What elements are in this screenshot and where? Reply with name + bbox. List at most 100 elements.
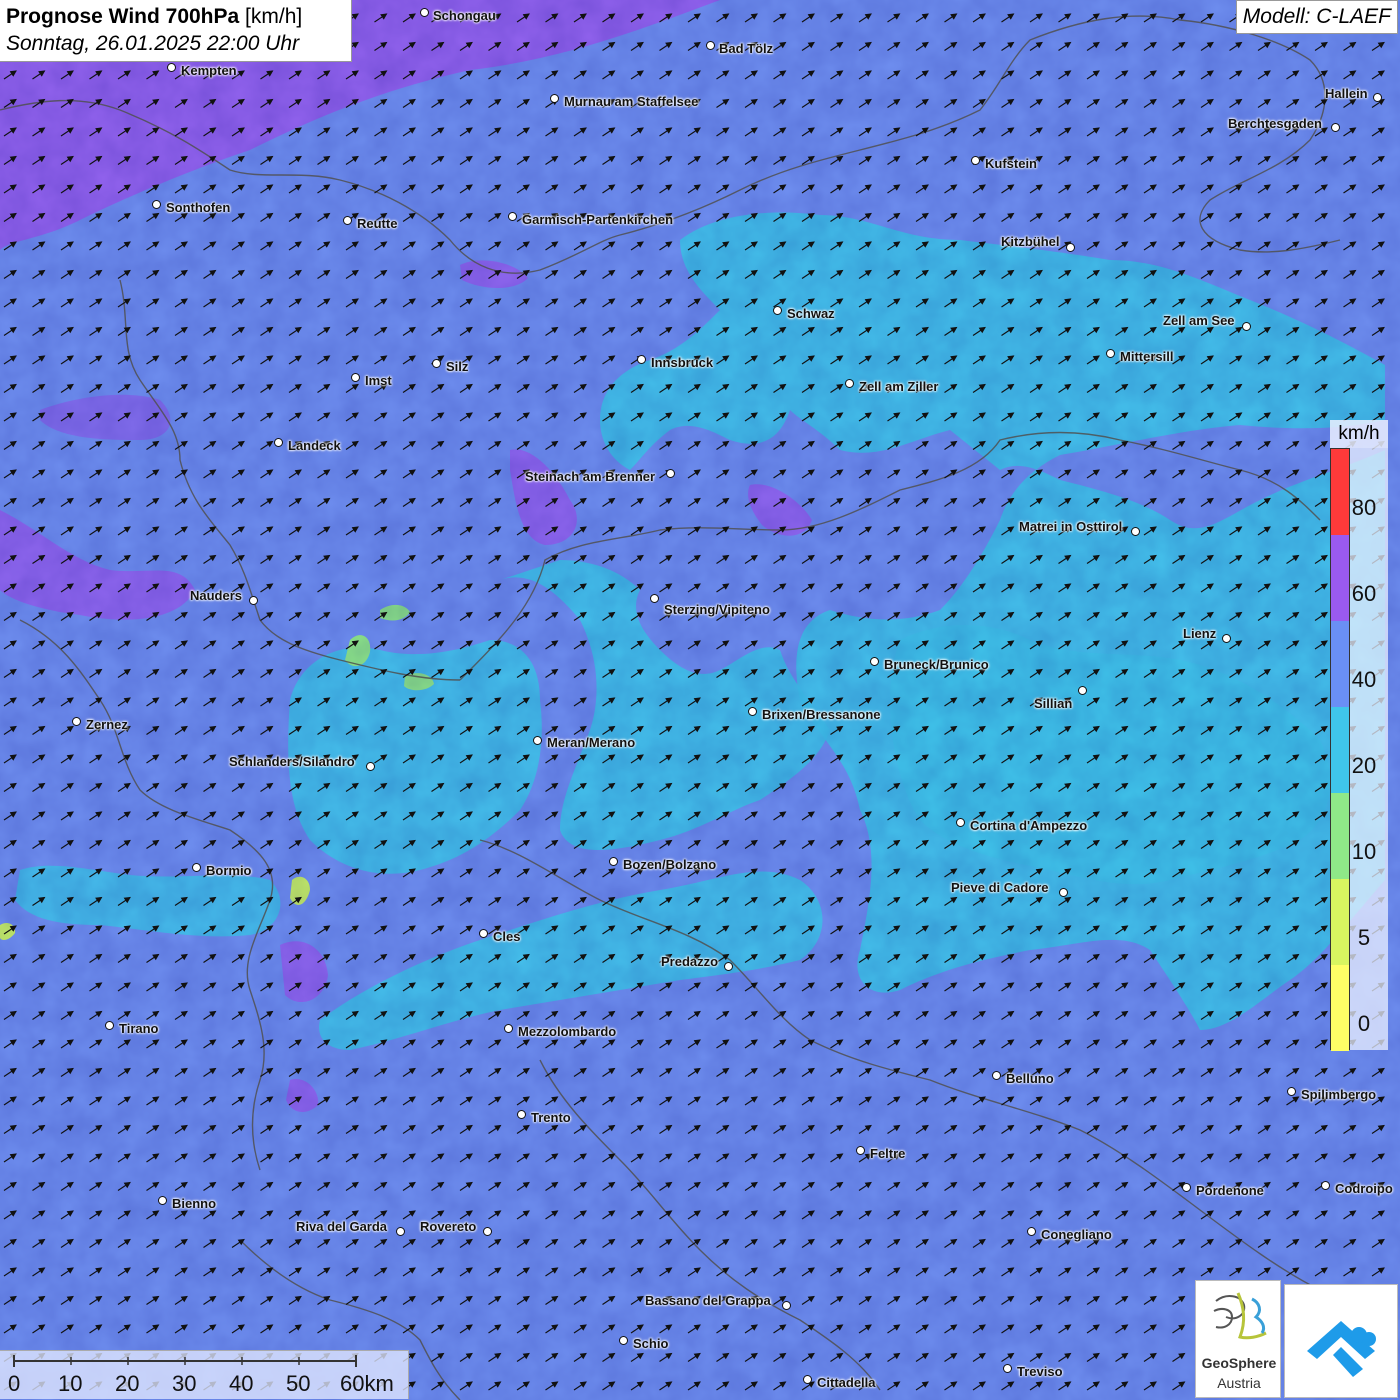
city-marker[interactable] — [167, 63, 176, 72]
scale-bar: 0 10 20 30 40 50 60km — [0, 1350, 409, 1399]
scale-tick-10: 10 — [58, 1371, 83, 1396]
city-marker[interactable] — [420, 8, 429, 17]
city-marker[interactable] — [845, 379, 854, 388]
city-marker[interactable] — [609, 857, 618, 866]
city-label: Sterzing/Vipiteno — [664, 602, 770, 617]
scale-tick-20: 20 — [115, 1371, 140, 1396]
city-label: Spilimbergo — [1301, 1087, 1377, 1102]
legend-swatch — [1331, 879, 1349, 965]
city-marker[interactable] — [479, 929, 488, 938]
city-label: Zernez — [86, 717, 128, 732]
forecast-date: Sonntag, 26.01.2025 22:00 Uhr — [6, 32, 300, 55]
legend-color-bar — [1330, 448, 1350, 1051]
city-label: Kempten — [181, 63, 237, 78]
city-label: Codroipo — [1335, 1181, 1393, 1196]
city-marker[interactable] — [637, 355, 646, 364]
city-label: Bad Tölz — [719, 41, 774, 56]
city-label: Kitzbühel — [1001, 234, 1060, 249]
city-marker[interactable] — [650, 594, 659, 603]
city-marker[interactable] — [152, 200, 161, 209]
legend-swatch — [1331, 965, 1349, 1051]
city-marker[interactable] — [666, 469, 675, 478]
city-marker[interactable] — [192, 863, 201, 872]
city-marker[interactable] — [343, 216, 352, 225]
city-marker[interactable] — [105, 1021, 114, 1030]
city-marker[interactable] — [1331, 123, 1340, 132]
city-marker[interactable] — [396, 1227, 405, 1236]
city-label: Reutte — [357, 216, 398, 231]
city-marker[interactable] — [1321, 1181, 1330, 1190]
city-marker[interactable] — [748, 707, 757, 716]
city-marker[interactable] — [1131, 527, 1140, 536]
city-marker[interactable] — [158, 1196, 167, 1205]
legend-swatch — [1331, 535, 1349, 621]
city-marker[interactable] — [1106, 349, 1115, 358]
city-label: Murnau am Staffelsee — [564, 94, 699, 109]
city-marker[interactable] — [274, 438, 283, 447]
city-label: Schwaz — [787, 306, 835, 321]
geosphere-logo[interactable]: GeoSphere Austria — [1195, 1280, 1281, 1398]
city-marker[interactable] — [1373, 93, 1382, 102]
city-marker[interactable] — [724, 962, 733, 971]
city-label: Pordenone — [1196, 1183, 1264, 1198]
city-label: Schlanders/Silandro — [229, 754, 355, 769]
legend-swatch — [1331, 707, 1349, 793]
city-label: Pieve di Cadore — [951, 880, 1049, 895]
city-marker[interactable] — [1003, 1364, 1012, 1373]
city-marker[interactable] — [249, 596, 258, 605]
city-label: Sonthofen — [166, 200, 231, 215]
city-label: Nauders — [190, 588, 243, 603]
city-marker[interactable] — [971, 156, 980, 165]
city-label: Matrei in Osttirol — [1019, 519, 1123, 534]
city-marker[interactable] — [856, 1146, 865, 1155]
legend-swatch — [1331, 449, 1349, 535]
city-label: Bienno — [172, 1196, 217, 1211]
city-marker[interactable] — [1182, 1183, 1191, 1192]
city-marker[interactable] — [1066, 243, 1075, 252]
legend-label: 60 — [1351, 581, 1377, 606]
city-marker[interactable] — [504, 1024, 513, 1033]
city-marker[interactable] — [1242, 322, 1251, 331]
app-logo[interactable] — [1284, 1284, 1398, 1398]
legend-unit: km/h — [1330, 420, 1388, 448]
city-marker[interactable] — [351, 373, 360, 382]
city-label: Hallein — [1325, 86, 1368, 101]
city-marker[interactable] — [1287, 1087, 1296, 1096]
city-label: Lienz — [1183, 626, 1217, 641]
city-label: Meran/Merano — [547, 735, 636, 750]
city-label: Trento — [531, 1110, 571, 1125]
city-marker[interactable] — [956, 818, 965, 827]
legend-label: 80 — [1351, 495, 1377, 520]
city-marker[interactable] — [803, 1375, 812, 1384]
city-marker[interactable] — [483, 1227, 492, 1236]
city-marker[interactable] — [366, 762, 375, 771]
city-marker[interactable] — [517, 1110, 526, 1119]
city-marker[interactable] — [1059, 888, 1068, 897]
city-marker[interactable] — [1078, 686, 1087, 695]
title-main: Prognose Wind 700hPa — [6, 5, 240, 28]
city-marker[interactable] — [533, 736, 542, 745]
city-marker[interactable] — [550, 94, 559, 103]
city-marker[interactable] — [706, 41, 715, 50]
city-label: Kufstein — [985, 156, 1037, 171]
city-marker[interactable] — [992, 1071, 1001, 1080]
city-marker[interactable] — [72, 717, 81, 726]
city-label: Cortina d'Ampezzo — [970, 818, 1088, 833]
city-marker[interactable] — [432, 359, 441, 368]
city-marker[interactable] — [782, 1301, 791, 1310]
city-marker[interactable] — [870, 657, 879, 666]
city-label: Imst — [365, 373, 392, 388]
city-label: Mezzolombardo — [518, 1024, 617, 1039]
legend-label: 0 — [1357, 1011, 1371, 1036]
city-label: Belluno — [1006, 1071, 1054, 1086]
city-marker[interactable] — [508, 212, 517, 221]
city-marker[interactable] — [773, 306, 782, 315]
city-label: Sillian — [1034, 696, 1073, 711]
city-marker[interactable] — [1222, 634, 1231, 643]
city-marker[interactable] — [619, 1336, 628, 1345]
app-logo-icon — [1307, 1321, 1376, 1377]
city-label: Mittersill — [1120, 349, 1174, 364]
legend-labels: 80 60 40 20 10 5 0 — [1350, 448, 1388, 1050]
city-label: Zell am See — [1163, 313, 1235, 328]
city-marker[interactable] — [1027, 1227, 1036, 1236]
